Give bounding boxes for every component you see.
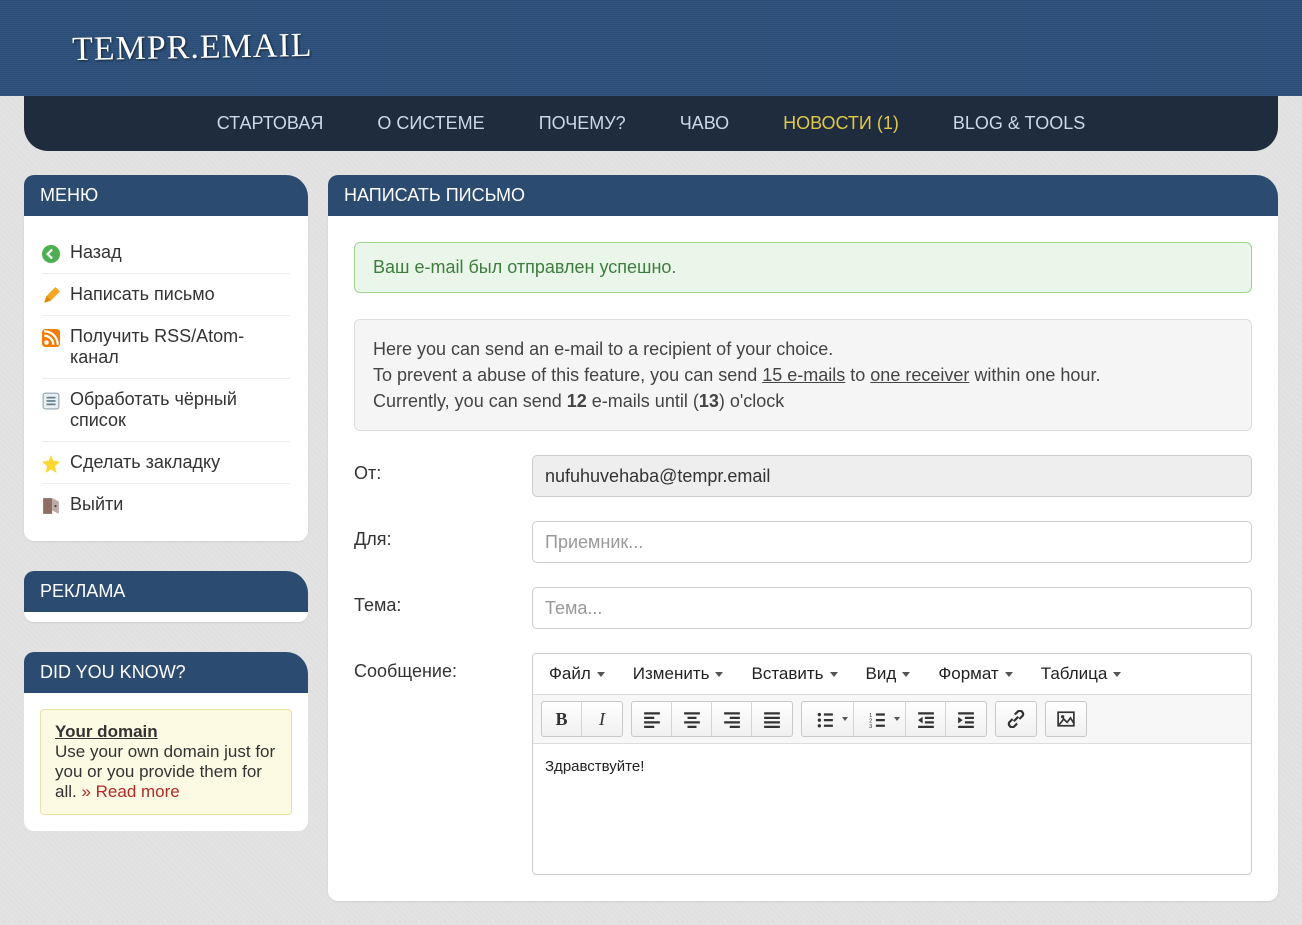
from-label: От: xyxy=(354,455,514,484)
sidebar-item-label: Назад xyxy=(70,242,122,263)
menu-label: Файл xyxy=(549,664,591,684)
sidebar-item-label: Сделать закладку xyxy=(70,452,220,473)
chevron-down-icon xyxy=(1113,672,1121,677)
nav-about[interactable]: О СИСТЕМЕ xyxy=(377,113,484,134)
message-body[interactable]: Здравствуйте! xyxy=(533,744,1251,874)
success-alert: Ваш e-mail был отправлен успешно. xyxy=(354,242,1252,293)
editor-menu-table[interactable]: Таблица xyxy=(1031,658,1132,690)
to-label: Для: xyxy=(354,521,514,550)
sidebar-item-label: Получить RSS/Atom-канал xyxy=(70,326,290,368)
menu-label: Вид xyxy=(866,664,897,684)
read-more-link[interactable]: » Read more xyxy=(81,782,179,801)
editor-menu-edit[interactable]: Изменить xyxy=(623,658,734,690)
info-text: to xyxy=(845,365,870,385)
info-text: ) o'clock xyxy=(719,391,784,411)
sidebar-item-back[interactable]: Назад xyxy=(42,232,290,274)
info-line-1: Here you can send an e-mail to a recipie… xyxy=(373,336,1233,362)
subject-label: Тема: xyxy=(354,587,514,616)
main-nav: СТАРТОВАЯ О СИСТЕМЕ ПОЧЕМУ? ЧАВО НОВОСТИ… xyxy=(24,96,1278,151)
editor-menu-view[interactable]: Вид xyxy=(856,658,921,690)
sidebar-item-compose[interactable]: Написать письмо xyxy=(42,274,290,316)
chevron-down-icon xyxy=(842,717,848,721)
editor-menu-format[interactable]: Формат xyxy=(928,658,1022,690)
to-field[interactable] xyxy=(532,521,1252,563)
editor-menu-insert[interactable]: Вставить xyxy=(741,658,847,690)
page-title: НАПИСАТЬ ПИСЬМО xyxy=(328,175,1278,216)
info-text: Currently, you can send xyxy=(373,391,567,411)
menu-label: Формат xyxy=(938,664,998,684)
link-button[interactable] xyxy=(996,702,1036,736)
image-button[interactable] xyxy=(1046,702,1086,736)
bold-button[interactable]: B xyxy=(542,702,582,736)
sidebar-item-label: Обработать чёрный список xyxy=(70,389,290,431)
list-icon xyxy=(42,392,60,410)
info-text: e-mails until ( xyxy=(587,391,699,411)
menu-label: Вставить xyxy=(751,664,823,684)
pencil-icon xyxy=(42,287,60,305)
didyouknow-title: DID YOU KNOW? xyxy=(24,652,308,693)
exit-icon xyxy=(42,497,60,515)
tip-title: Your domain xyxy=(55,722,277,742)
chevron-down-icon xyxy=(894,717,900,721)
from-field xyxy=(532,455,1252,497)
nav-home[interactable]: СТАРТОВАЯ xyxy=(217,113,324,134)
italic-button[interactable]: I xyxy=(582,702,622,736)
ads-area xyxy=(24,612,308,622)
emails-remaining: 12 xyxy=(567,391,587,411)
menu-label: Таблица xyxy=(1041,664,1108,684)
svg-text:3: 3 xyxy=(869,724,872,728)
info-text: within one hour. xyxy=(969,365,1100,385)
receiver-limit: one receiver xyxy=(870,365,969,385)
subject-field[interactable] xyxy=(532,587,1252,629)
emails-limit: 15 e-mails xyxy=(762,365,845,385)
brand-logo[interactable]: TEMPR.EMAIL xyxy=(72,27,313,69)
sidebar-item-blacklist[interactable]: Обработать чёрный список xyxy=(42,379,290,442)
chevron-down-icon xyxy=(902,672,910,677)
rich-text-editor: Файл Изменить Вставить Вид Формат Таблиц… xyxy=(532,653,1252,875)
tip-box: Your domain Use your own domain just for… xyxy=(40,709,292,815)
nav-why[interactable]: ПОЧЕМУ? xyxy=(539,113,626,134)
outdent-button[interactable] xyxy=(906,702,946,736)
chevron-down-icon xyxy=(1005,672,1013,677)
sidebar-item-logout[interactable]: Выйти xyxy=(42,484,290,525)
star-icon xyxy=(42,455,60,473)
until-hour: 13 xyxy=(699,391,719,411)
editor-menu-file[interactable]: Файл xyxy=(539,658,615,690)
sidebar-item-label: Написать письмо xyxy=(70,284,215,305)
ads-title: РЕКЛАМА xyxy=(24,571,308,612)
chevron-down-icon xyxy=(830,672,838,677)
nav-news[interactable]: НОВОСТИ (1) xyxy=(783,113,899,134)
sidebar-item-bookmark[interactable]: Сделать закладку xyxy=(42,442,290,484)
align-center-button[interactable] xyxy=(672,702,712,736)
bullet-list-button[interactable] xyxy=(802,702,854,736)
align-left-button[interactable] xyxy=(632,702,672,736)
align-right-button[interactable] xyxy=(712,702,752,736)
chevron-down-icon xyxy=(715,672,723,677)
info-line-2: To prevent a abuse of this feature, you … xyxy=(373,362,1233,388)
indent-button[interactable] xyxy=(946,702,986,736)
rss-icon xyxy=(42,329,60,347)
info-text: To prevent a abuse of this feature, you … xyxy=(373,365,762,385)
sidebar-item-label: Выйти xyxy=(70,494,123,515)
menu-label: Изменить xyxy=(633,664,710,684)
info-box: Here you can send an e-mail to a recipie… xyxy=(354,319,1252,431)
sidebar-item-rss[interactable]: Получить RSS/Atom-канал xyxy=(42,316,290,379)
back-arrow-icon xyxy=(42,245,60,263)
info-line-3: Currently, you can send 12 e-mails until… xyxy=(373,388,1233,414)
numbered-list-button[interactable]: 123 xyxy=(854,702,906,736)
menu-title: МЕНЮ xyxy=(24,175,308,216)
message-label: Сообщение: xyxy=(354,653,514,682)
align-justify-button[interactable] xyxy=(752,702,792,736)
nav-faq[interactable]: ЧАВО xyxy=(680,113,729,134)
nav-blog[interactable]: BLOG & TOOLS xyxy=(953,113,1085,134)
chevron-down-icon xyxy=(597,672,605,677)
